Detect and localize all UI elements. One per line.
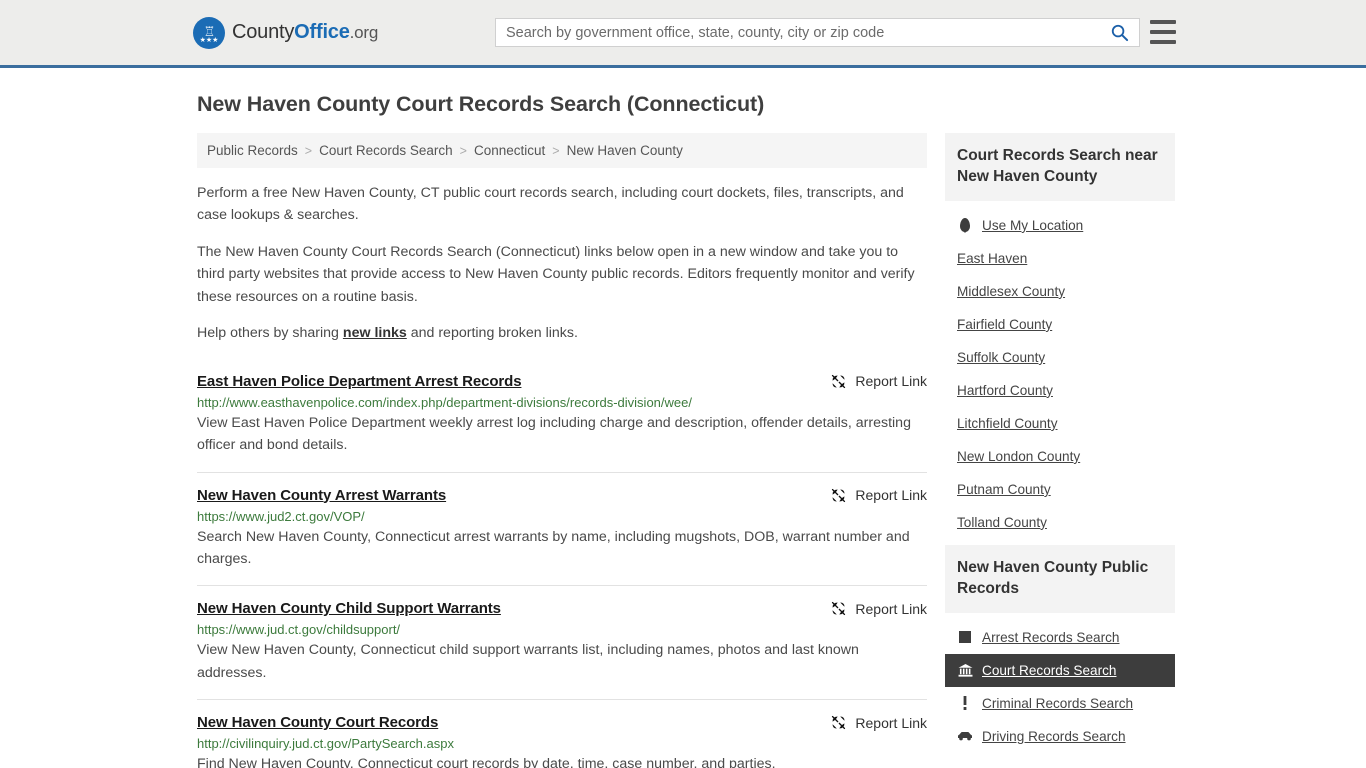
- sidebar-item-new-london-county[interactable]: New London County: [945, 440, 1175, 473]
- intro-paragraph-1: Perform a free New Haven County, CT publ…: [197, 185, 904, 224]
- sidebar-item-east-haven[interactable]: East Haven: [945, 242, 1175, 275]
- sidebar-item-arrest-records-search[interactable]: Arrest Records Search: [945, 621, 1175, 654]
- sidebar-nearby-heading: Court Records Search near New Haven Coun…: [945, 133, 1175, 201]
- breadcrumb: Public Records > Court Records Search > …: [197, 133, 927, 168]
- sidebar-item-label: Driving Records Search: [982, 728, 1126, 744]
- sidebar-item-label: New London County: [957, 448, 1081, 464]
- search-button[interactable]: [1099, 19, 1139, 46]
- sidebar-item-hartford-county[interactable]: Hartford County: [945, 374, 1175, 407]
- square-icon: [957, 631, 973, 644]
- result-description: View East Haven Police Department weekly…: [197, 414, 911, 454]
- sidebar-item-label: Court Records Search: [982, 662, 1117, 678]
- sidebar-item-criminal-records-search[interactable]: Criminal Records Search: [945, 687, 1175, 720]
- hamburger-menu-icon[interactable]: [1150, 20, 1176, 44]
- exclamation-icon: [957, 696, 973, 711]
- intro-p3-after: and reporting broken links.: [406, 325, 578, 342]
- logo-text-county: County: [232, 21, 295, 43]
- result-url[interactable]: https://www.jud2.ct.gov/VOP/: [197, 509, 927, 524]
- breadcrumb-item-public-records[interactable]: Public Records: [207, 143, 298, 158]
- report-link-button[interactable]: Report Link: [830, 600, 927, 617]
- eagle-logo-icon: ♖ ★★★: [193, 16, 225, 49]
- report-link-label: Report Link: [855, 373, 927, 390]
- sidebar-item-middlesex-county[interactable]: Middlesex County: [945, 275, 1175, 308]
- sidebar-item-label: Hartford County: [957, 382, 1053, 398]
- breadcrumb-item-connecticut[interactable]: Connecticut: [474, 143, 545, 158]
- sidebar-item-label: East Haven: [957, 250, 1028, 266]
- logo-wordmark: CountyOffice.org: [232, 21, 378, 44]
- search-icon: [1111, 24, 1128, 42]
- intro-p3-before: Help others by sharing: [197, 325, 343, 342]
- broken-link-icon: [832, 602, 846, 616]
- sidebar-item-label: Arrest Records Search: [982, 629, 1120, 645]
- sidebar-item-tolland-county[interactable]: Tolland County: [945, 506, 1175, 539]
- result-description: Search New Haven County, Connecticut arr…: [197, 528, 910, 567]
- result-title-link[interactable]: East Haven Police Department Arrest Reco…: [197, 373, 522, 390]
- breadcrumb-item-court-records-search[interactable]: Court Records Search: [319, 143, 453, 158]
- results-list: East Haven Police Department Arrest Reco…: [197, 367, 927, 768]
- courthouse-icon: [957, 663, 973, 677]
- new-links-link[interactable]: new links: [343, 325, 407, 341]
- intro-paragraph-3: Help others by sharing new links and rep…: [197, 322, 927, 344]
- breadcrumb-separator: >: [552, 143, 560, 158]
- sidebar-nearby-section: Court Records Search near New Haven Coun…: [945, 133, 1175, 539]
- sidebar-item-court-records-search[interactable]: Court Records Search: [945, 653, 1175, 687]
- map-pin-icon: [957, 218, 973, 233]
- car-icon: [957, 731, 973, 741]
- result-item: New Haven County Arrest Warrants Report …: [197, 471, 927, 586]
- result-title-link[interactable]: New Haven County Court Records: [197, 714, 438, 731]
- sidebar: Court Records Search near New Haven Coun…: [945, 133, 1175, 759]
- broken-link-icon: [832, 488, 846, 502]
- result-item: New Haven County Child Support Warrants …: [197, 585, 927, 699]
- report-link-button[interactable]: Report Link: [830, 373, 927, 390]
- breadcrumb-item-new-haven-county[interactable]: New Haven County: [567, 143, 683, 158]
- report-link-label: Report Link: [855, 600, 927, 617]
- result-title-link[interactable]: New Haven County Child Support Warrants: [197, 600, 501, 617]
- sidebar-item-label: Criminal Records Search: [982, 695, 1134, 711]
- page-container: New Haven County Court Records Search (C…: [0, 92, 1366, 768]
- breadcrumb-separator: >: [304, 143, 313, 158]
- report-link-label: Report Link: [855, 714, 927, 731]
- result-item: East Haven Police Department Arrest Reco…: [197, 367, 927, 472]
- sidebar-item-label: Litchfield County: [957, 415, 1058, 431]
- result-url[interactable]: http://www.easthavenpolice.com/index.php…: [197, 395, 927, 410]
- sidebar-item-litchfield-county[interactable]: Litchfield County: [945, 407, 1175, 440]
- search-bar: [495, 18, 1140, 47]
- sidebar-item-label: Tolland County: [957, 514, 1047, 530]
- sidebar-item-putnam-county[interactable]: Putnam County: [945, 473, 1175, 506]
- sidebar-item-label: Use My Location: [982, 217, 1084, 233]
- report-link-button[interactable]: Report Link: [830, 487, 927, 504]
- sidebar-item-fairfield-county[interactable]: Fairfield County: [945, 308, 1175, 341]
- intro-paragraph-2: The New Haven County Court Records Searc…: [197, 243, 915, 305]
- result-item: New Haven County Court Records Report Li…: [197, 699, 927, 768]
- result-url[interactable]: http://civilinquiry.jud.ct.gov/PartySear…: [197, 736, 927, 751]
- result-description: View New Haven County, Connecticut child…: [197, 642, 859, 681]
- sidebar-item-suffolk-county[interactable]: Suffolk County: [945, 341, 1175, 374]
- breadcrumb-separator: >: [459, 143, 467, 158]
- sidebar-item-driving-records-search[interactable]: Driving Records Search: [945, 720, 1175, 753]
- broken-link-icon: [832, 716, 846, 730]
- logo-text-office: Office: [294, 21, 350, 43]
- result-url[interactable]: https://www.jud.ct.gov/childsupport/: [197, 622, 927, 637]
- result-description: Find New Haven County, Connecticut court…: [197, 756, 776, 768]
- report-link-button[interactable]: Report Link: [830, 714, 927, 731]
- sidebar-item-label: Fairfield County: [957, 316, 1053, 332]
- sidebar-item-label: Middlesex County: [957, 283, 1066, 299]
- search-input[interactable]: [496, 24, 1099, 41]
- sidebar-item-label: Putnam County: [957, 481, 1051, 497]
- sidebar-public-records-section: New Haven County Public Records Arrest R…: [945, 544, 1175, 753]
- logo-text-org: .org: [349, 23, 379, 42]
- main-content: Public Records > Court Records Search > …: [197, 133, 927, 768]
- report-link-label: Report Link: [855, 487, 927, 503]
- sidebar-item-label: Suffolk County: [957, 349, 1046, 365]
- site-logo[interactable]: ♖ ★★★ CountyOffice.org: [193, 16, 378, 49]
- site-header: ♖ ★★★ CountyOffice.org: [0, 0, 1366, 68]
- broken-link-icon: [832, 374, 846, 388]
- sidebar-public-records-heading: New Haven County Public Records: [945, 544, 1175, 613]
- result-title-link[interactable]: New Haven County Arrest Warrants: [197, 487, 446, 504]
- intro-text: Perform a free New Haven County, CT publ…: [197, 182, 927, 345]
- sidebar-item-use-my-location[interactable]: Use My Location: [945, 209, 1175, 242]
- page-title: New Haven County Court Records Search (C…: [197, 92, 765, 116]
